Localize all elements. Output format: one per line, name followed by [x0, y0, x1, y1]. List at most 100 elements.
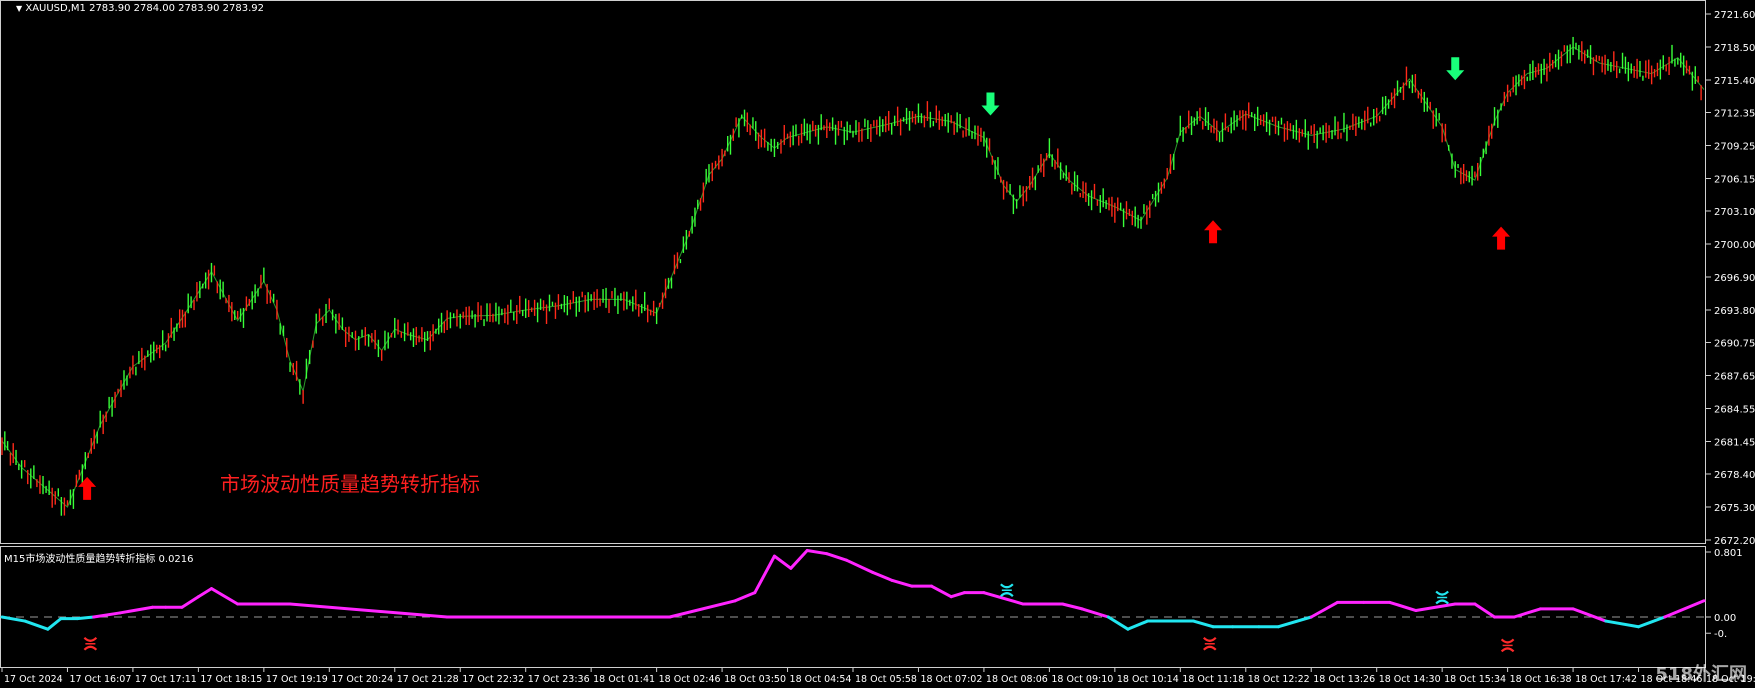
x-tick-label: 18 Oct 10:14 — [1117, 674, 1179, 685]
indicator-segment — [180, 595, 200, 609]
indicator-segment — [1571, 607, 1608, 623]
indicator-segment — [930, 584, 953, 599]
indicator-segment — [288, 602, 449, 619]
indicator-segment — [46, 617, 63, 631]
x-tick-label: 17 Oct 19:19 — [266, 674, 328, 685]
x-tick-label: 18 Oct 14:30 — [1379, 674, 1441, 685]
indicator-segment — [1604, 619, 1641, 629]
x-tick-label: 17 Oct 17:11 — [135, 674, 197, 685]
y-tick-label: 2690.75 — [1714, 338, 1755, 349]
indicator-segment — [890, 578, 914, 588]
y-tick-label: 2700.00 — [1714, 240, 1755, 251]
y-tick-label: 2681.45 — [1714, 438, 1755, 449]
buy-arrow-shape — [1492, 226, 1511, 250]
x-tick-label: 18 Oct 03:50 — [724, 674, 786, 685]
x-tick-label: 17 Oct 2024 — [4, 674, 63, 685]
indicator-segment — [118, 605, 155, 615]
y-tick-label: 2696.90 — [1714, 273, 1755, 284]
turn-high-marker-icon — [1000, 583, 1014, 598]
indicator-y-tick-label: 0.801 — [1714, 548, 1743, 559]
indicator-segment — [1106, 615, 1130, 631]
buy-arrow-shape — [78, 476, 97, 500]
indicator-segment — [753, 554, 776, 595]
x-tick-label: 18 Oct 08:06 — [986, 674, 1048, 685]
x-tick-label: 18 Oct 17:42 — [1575, 674, 1637, 685]
indicator-segment — [92, 611, 122, 619]
indicator-y-tick-label: -0. — [1714, 629, 1727, 640]
x-tick-label: 18 Oct 09:10 — [1051, 674, 1113, 685]
indicator-segment — [949, 591, 966, 599]
y-tick-label: 2718.50 — [1714, 43, 1755, 54]
x-tick-label: 18 Oct 04:54 — [790, 674, 852, 685]
indicator-segment — [1080, 607, 1110, 619]
y-tick-label: 2721.60 — [1714, 10, 1755, 21]
indicator-segment — [1414, 602, 1457, 613]
indicator-segment — [1060, 602, 1084, 611]
turn-high-marker-icon — [1435, 590, 1449, 605]
indicator-segment — [789, 548, 809, 570]
indicator-segment — [844, 558, 875, 574]
indicator-segment — [75, 615, 96, 621]
buy-arrow-icon — [1492, 226, 1511, 250]
y-tick-label: 2703.10 — [1714, 207, 1755, 218]
indicator-segment — [805, 548, 829, 556]
x-tick-label: 18 Oct 11:18 — [1182, 674, 1244, 685]
x-tick-label: 18 Oct 01:41 — [593, 674, 655, 685]
indicator-segment — [1191, 619, 1215, 629]
indicator-segment — [733, 591, 757, 603]
turn-low-marker-icon — [83, 636, 98, 651]
x-tick-label: 18 Oct 02:46 — [659, 674, 721, 685]
y-tick-label: 2709.25 — [1714, 142, 1755, 153]
indicator-segment — [196, 587, 213, 599]
x-tick-label: 17 Oct 22:32 — [462, 674, 524, 685]
y-tick-label: 2672.20 — [1714, 536, 1755, 546]
watermark-logo: 518外汇网 — [1655, 664, 1747, 685]
x-tick-label: 17 Oct 18:15 — [200, 674, 262, 685]
sell-arrow-icon — [981, 92, 1000, 116]
y-tick-label: 2715.40 — [1714, 76, 1755, 87]
indicator-y-tick-label: 0.00 — [1714, 613, 1736, 624]
indicator-segment — [668, 599, 737, 619]
indicator-segment — [1309, 600, 1339, 619]
x-tick-label: 17 Oct 20:24 — [331, 674, 393, 685]
buy-arrow-icon — [78, 476, 97, 500]
indicator-segment — [1126, 619, 1150, 631]
y-tick-label: 2693.80 — [1714, 306, 1755, 317]
x-tick-label: 17 Oct 21:28 — [397, 674, 459, 685]
indicator-segment — [825, 552, 848, 562]
y-tick-label: 2687.65 — [1714, 371, 1755, 382]
indicator-segment — [0, 615, 27, 623]
x-tick-label: 18 Oct 16:38 — [1510, 674, 1572, 685]
buy-arrow-icon — [1204, 220, 1223, 244]
turn-low-marker-icon — [1500, 638, 1515, 653]
indicator-segment — [209, 587, 240, 606]
y-tick-label: 2712.35 — [1714, 108, 1755, 119]
indicator-segment — [1663, 599, 1706, 619]
indicator-segment — [1512, 607, 1542, 619]
sell-arrow-icon — [1446, 57, 1465, 81]
x-tick-label: 17 Oct 16:07 — [69, 674, 131, 685]
y-tick-label: 2684.55 — [1714, 405, 1755, 416]
y-tick-label: 2678.40 — [1714, 470, 1755, 481]
indicator-svg: 0.801 0.00 -0. — [0, 548, 1743, 653]
indicator-segment — [1637, 615, 1667, 629]
buy-arrow-shape — [1204, 220, 1223, 244]
time-axis: 17 Oct 2024 17 Oct 16:07 17 Oct 17:11 17 Oc… — [1, 668, 1755, 685]
x-tick-label: 18 Oct 12:22 — [1248, 674, 1310, 685]
sell-arrow-shape — [1446, 57, 1465, 81]
price-line — [1, 46, 1705, 508]
x-tick-label: 18 Oct 13:26 — [1313, 674, 1375, 685]
y-tick-label: 2675.30 — [1714, 503, 1755, 514]
indicator-segment — [1388, 600, 1418, 613]
indicator-segment — [871, 570, 894, 582]
turn-low-marker-icon — [1202, 636, 1217, 651]
indicator-segment — [23, 619, 50, 631]
y-tick-label: 2706.15 — [1714, 175, 1755, 186]
x-tick-label: 18 Oct 15:34 — [1444, 674, 1506, 685]
main-chart-svg: 2721.60 2718.50 2715.40 2712.35 2709.25 2706.… — [1, 10, 1755, 546]
indicator-segment — [1277, 615, 1313, 629]
x-tick-label: 17 Oct 23:36 — [528, 674, 590, 685]
x-tick-label: 18 Oct 07:02 — [920, 674, 982, 685]
indicator-segment — [772, 554, 793, 570]
indicator-segment — [1473, 602, 1497, 619]
